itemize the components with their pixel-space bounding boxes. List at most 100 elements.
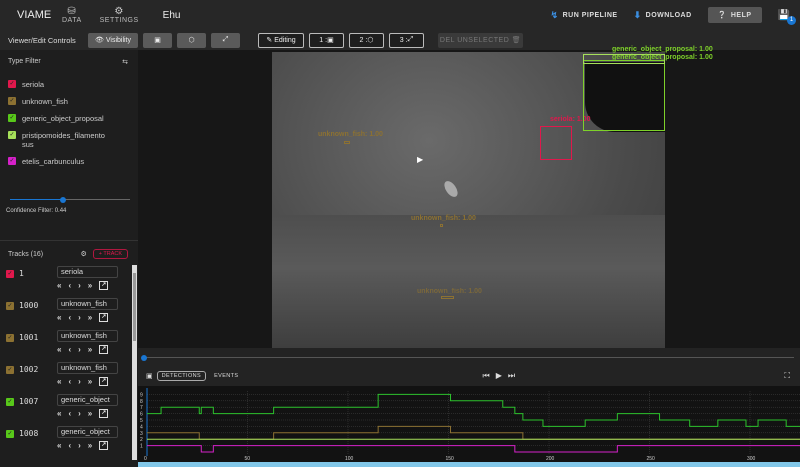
track-checkbox[interactable]: ✓ (6, 334, 14, 342)
track-type-input[interactable]: unknown_fish (57, 298, 118, 310)
previous-frame-icon[interactable]: ⏮ (482, 371, 489, 381)
rectangle-visibility-button[interactable]: ▣ (143, 32, 172, 48)
edit-track-icon[interactable]: ↗ (99, 281, 109, 290)
last-frame-icon[interactable]: » (88, 377, 92, 386)
swap-icon[interactable]: ⇆ (122, 58, 128, 66)
track-checkbox[interactable]: ✓ (6, 430, 14, 438)
annotation-viewer[interactable]: seriola: 1.00 generic_object_proposal: 1… (138, 46, 800, 348)
track-type-input[interactable]: unknown_fish (57, 362, 118, 374)
last-frame-icon[interactable]: » (88, 345, 92, 354)
unknown-fish-box[interactable] (440, 224, 443, 227)
tab-events[interactable]: EVENTS (210, 372, 242, 380)
prev-frame-icon[interactable]: ‹ (68, 313, 71, 322)
unknown-fish-box[interactable] (441, 296, 454, 299)
video-frame[interactable]: seriola: 1.00 generic_object_proposal: 1… (272, 46, 713, 348)
track-row[interactable]: ✓ 1007 generic_object « ‹ › » ↗ (0, 393, 132, 425)
last-frame-icon[interactable]: » (88, 409, 92, 418)
seek-knob[interactable] (141, 354, 147, 361)
slider-knob[interactable] (60, 196, 66, 203)
first-frame-icon[interactable]: « (57, 313, 61, 322)
confidence-slider[interactable] (10, 196, 130, 203)
line-mode-button[interactable]: 3 : ⤢ (389, 32, 424, 48)
timeline-scrollbar[interactable] (138, 462, 800, 467)
help-button[interactable]: ❔ HELP (707, 7, 762, 23)
next-frame-icon[interactable]: › (78, 313, 81, 322)
prev-frame-icon[interactable]: ‹ (68, 441, 71, 450)
next-frame-icon[interactable]: › (78, 377, 81, 386)
type-filter-seriola[interactable]: ✓ seriola (8, 80, 138, 89)
prev-frame-icon[interactable]: ‹ (68, 377, 71, 386)
checkbox[interactable]: ✓ (8, 97, 16, 105)
y-tick-label: 5 (140, 418, 143, 424)
prev-frame-icon[interactable]: ‹ (68, 281, 71, 290)
fullscreen-icon[interactable]: ⛶ (784, 371, 790, 381)
tab-detections[interactable]: DETECTIONS (156, 371, 207, 381)
checkbox[interactable]: ✓ (8, 131, 16, 139)
type-filter-pristipomoides_filamentosus[interactable]: ✓ pristipomoides_filamento sus (8, 131, 138, 149)
polygon-mode-button[interactable]: 2 : ⬡ (349, 32, 384, 48)
next-frame-icon[interactable]: › (78, 345, 81, 354)
track-row[interactable]: ✓ 1001 unknown_fish « ‹ › » ↗ (0, 329, 132, 361)
next-frame-icon[interactable]: › (78, 441, 81, 450)
download-icon: ⬇ (633, 9, 642, 20)
track-checkbox[interactable]: ✓ (6, 366, 14, 374)
editing-button[interactable]: ✎ Editing (258, 32, 304, 48)
track-row[interactable]: ✓ 1000 unknown_fish « ‹ › » ↗ (0, 297, 132, 329)
rectangle-mode-button[interactable]: 1 : ▣ (309, 32, 344, 48)
track-checkbox[interactable]: ✓ (6, 270, 14, 278)
track-type-input[interactable]: unknown_fish (57, 330, 118, 342)
track-checkbox[interactable]: ✓ (6, 398, 14, 406)
checkbox[interactable]: ✓ (8, 114, 16, 122)
type-filter-unknown_fish[interactable]: ✓ unknown_fish (8, 97, 138, 106)
generic-object-box[interactable] (583, 60, 665, 131)
first-frame-icon[interactable]: « (57, 441, 61, 450)
nav-data[interactable]: ⛁ DATA (62, 6, 82, 24)
nav-settings[interactable]: ⚙ SETTINGS (100, 6, 139, 24)
polygon-visibility-button[interactable]: ⬡ (177, 32, 206, 48)
edit-track-icon[interactable]: ↗ (99, 441, 109, 450)
track-row[interactable]: ✓ 1002 unknown_fish « ‹ › » ↗ (0, 361, 132, 393)
play-icon[interactable]: ▶ (496, 371, 502, 381)
visibility-button[interactable]: 👁 Visibility (88, 32, 138, 48)
edit-track-icon[interactable]: ↗ (99, 345, 109, 354)
first-frame-icon[interactable]: « (57, 409, 61, 418)
collapse-icon[interactable]: ▣ (146, 372, 153, 380)
track-row[interactable]: ✓ 1 seriola « ‹ › » ↗ (0, 265, 132, 297)
frame-seek-slider[interactable] (141, 354, 794, 361)
last-frame-icon[interactable]: » (88, 281, 92, 290)
edit-track-icon[interactable]: ↗ (99, 409, 109, 418)
track-type-input[interactable]: seriola (57, 266, 118, 278)
last-frame-icon[interactable]: » (88, 441, 92, 450)
edit-track-icon[interactable]: ↗ (99, 377, 109, 386)
save-button[interactable]: 💾 1 (778, 10, 796, 25)
track-list-scrollbar[interactable] (132, 265, 137, 460)
track-row[interactable]: ✓ 1008 generic_object « ‹ › » ↗ (0, 425, 132, 457)
track-checkbox[interactable]: ✓ (6, 302, 14, 310)
seriola-box[interactable] (540, 126, 572, 160)
first-frame-icon[interactable]: « (57, 377, 61, 386)
label: HELP (730, 11, 752, 19)
checkbox[interactable]: ✓ (8, 157, 16, 165)
type-filter-etelis_carbunculus[interactable]: ✓ etelis_carbunculus (8, 157, 138, 166)
first-frame-icon[interactable]: « (57, 281, 61, 290)
next-frame-icon[interactable]: › (78, 409, 81, 418)
checkbox[interactable]: ✓ (8, 80, 16, 88)
download-button[interactable]: ⬇ DOWNLOAD (634, 10, 692, 21)
line-visibility-button[interactable]: ⤢ (211, 32, 240, 48)
unknown-fish-box[interactable] (344, 141, 350, 144)
add-track-button[interactable]: + TRACK (92, 249, 128, 259)
delete-unselected-button[interactable]: DEL UNSELECTED 🗑 (438, 32, 523, 48)
first-frame-icon[interactable]: « (57, 345, 61, 354)
edit-track-icon[interactable]: ↗ (99, 313, 109, 322)
track-type-input[interactable]: generic_object (57, 426, 118, 438)
type-filter-generic_object_proposal[interactable]: ✓ generic_object_proposal (8, 114, 138, 123)
gear-icon[interactable]: ⚙ (80, 250, 86, 258)
last-frame-icon[interactable]: » (88, 313, 92, 322)
track-type-input[interactable]: generic_object (57, 394, 118, 406)
run-pipeline-button[interactable]: ↯ RUN PIPELINE (551, 10, 618, 21)
prev-frame-icon[interactable]: ‹ (68, 345, 71, 354)
prev-frame-icon[interactable]: ‹ (68, 409, 71, 418)
detection-timeline-chart[interactable]: 1 2 3 4 5 6 7 8 9 0 50 100 150 200 250 300 (138, 386, 800, 462)
next-frame-icon[interactable]: › (78, 281, 81, 290)
next-frame-icon[interactable]: ⏭ (508, 371, 515, 381)
